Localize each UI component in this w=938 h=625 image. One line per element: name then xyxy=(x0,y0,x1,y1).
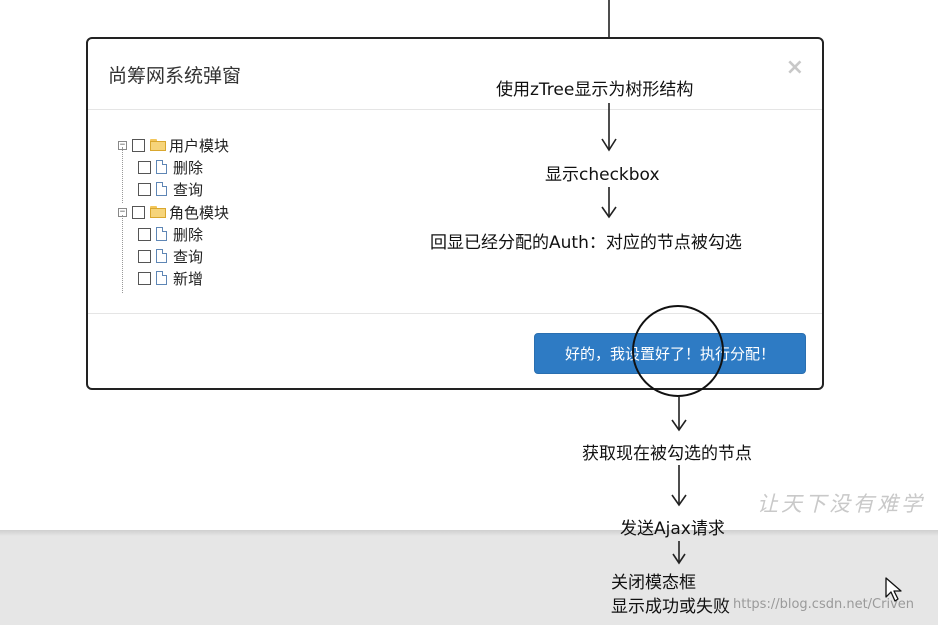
highlight-circle xyxy=(632,305,724,397)
tree-node-label: 删除 xyxy=(173,225,204,244)
bottom-band-edge xyxy=(0,530,938,536)
tree-node-label: 角色模块 xyxy=(169,203,230,222)
file-icon xyxy=(156,249,167,263)
tree-node-user-module[interactable]: − 用户模块 xyxy=(118,135,229,155)
flow-step-close-modal: 关闭模态框 xyxy=(611,573,696,593)
file-icon xyxy=(156,182,167,196)
modal-header: 尚筹网系统弹窗 × xyxy=(88,39,822,110)
checkbox-icon[interactable] xyxy=(138,249,151,263)
arrow-down-icon xyxy=(671,396,687,432)
checkbox-icon[interactable] xyxy=(132,205,145,219)
arrow-down-icon xyxy=(672,541,686,565)
flow-step-show-result: 显示成功或失败 xyxy=(611,597,730,617)
file-icon xyxy=(156,271,167,285)
checkbox-icon[interactable] xyxy=(138,227,151,241)
tree-connector xyxy=(122,147,123,203)
tree-node-label: 查询 xyxy=(173,247,204,266)
arrow-down-icon xyxy=(601,187,617,219)
folder-icon xyxy=(150,206,166,218)
watermark-text: 让天下没有难学 xyxy=(757,492,925,516)
minus-toggle-icon[interactable]: − xyxy=(118,140,127,150)
flow-step-checkbox: 显示checkbox xyxy=(545,165,660,185)
tree-node-role-add[interactable]: 新增 xyxy=(138,268,203,288)
checkbox-icon[interactable] xyxy=(138,271,151,285)
tree-node-label: 用户模块 xyxy=(169,136,230,155)
tree-connector xyxy=(122,215,123,293)
tree-node-label: 新增 xyxy=(173,269,204,288)
file-icon xyxy=(156,160,167,174)
arrow-down-icon xyxy=(671,465,687,507)
arrow-down-icon xyxy=(601,103,617,152)
tree-node-label: 查询 xyxy=(173,180,204,199)
flow-step-ztree: 使用zTree显示为树形结构 xyxy=(496,80,694,100)
checkbox-icon[interactable] xyxy=(138,160,151,174)
modal-footer-divider xyxy=(88,313,822,314)
mouse-cursor-icon xyxy=(885,577,902,602)
tree-node-user-delete[interactable]: 删除 xyxy=(138,157,203,177)
flow-step-get-checked: 获取现在被勾选的节点 xyxy=(582,444,752,464)
minus-toggle-icon[interactable]: − xyxy=(118,207,127,217)
close-icon[interactable]: × xyxy=(786,55,804,80)
tree-node-role-query[interactable]: 查询 xyxy=(138,246,203,266)
checkbox-icon[interactable] xyxy=(138,182,151,196)
file-icon xyxy=(156,227,167,241)
flow-step-echo-auth: 回显已经分配的Auth：对应的节点被勾选 xyxy=(430,233,742,253)
modal-title: 尚筹网系统弹窗 xyxy=(108,65,242,87)
tree-node-role-module[interactable]: − 角色模块 xyxy=(118,202,229,222)
tree-node-label: 删除 xyxy=(173,158,204,177)
tree-node-role-delete[interactable]: 删除 xyxy=(138,224,203,244)
flow-step-ajax: 发送Ajax请求 xyxy=(620,519,725,539)
folder-icon xyxy=(150,139,166,151)
checkbox-icon[interactable] xyxy=(132,138,145,152)
tree-node-user-query[interactable]: 查询 xyxy=(138,179,203,199)
